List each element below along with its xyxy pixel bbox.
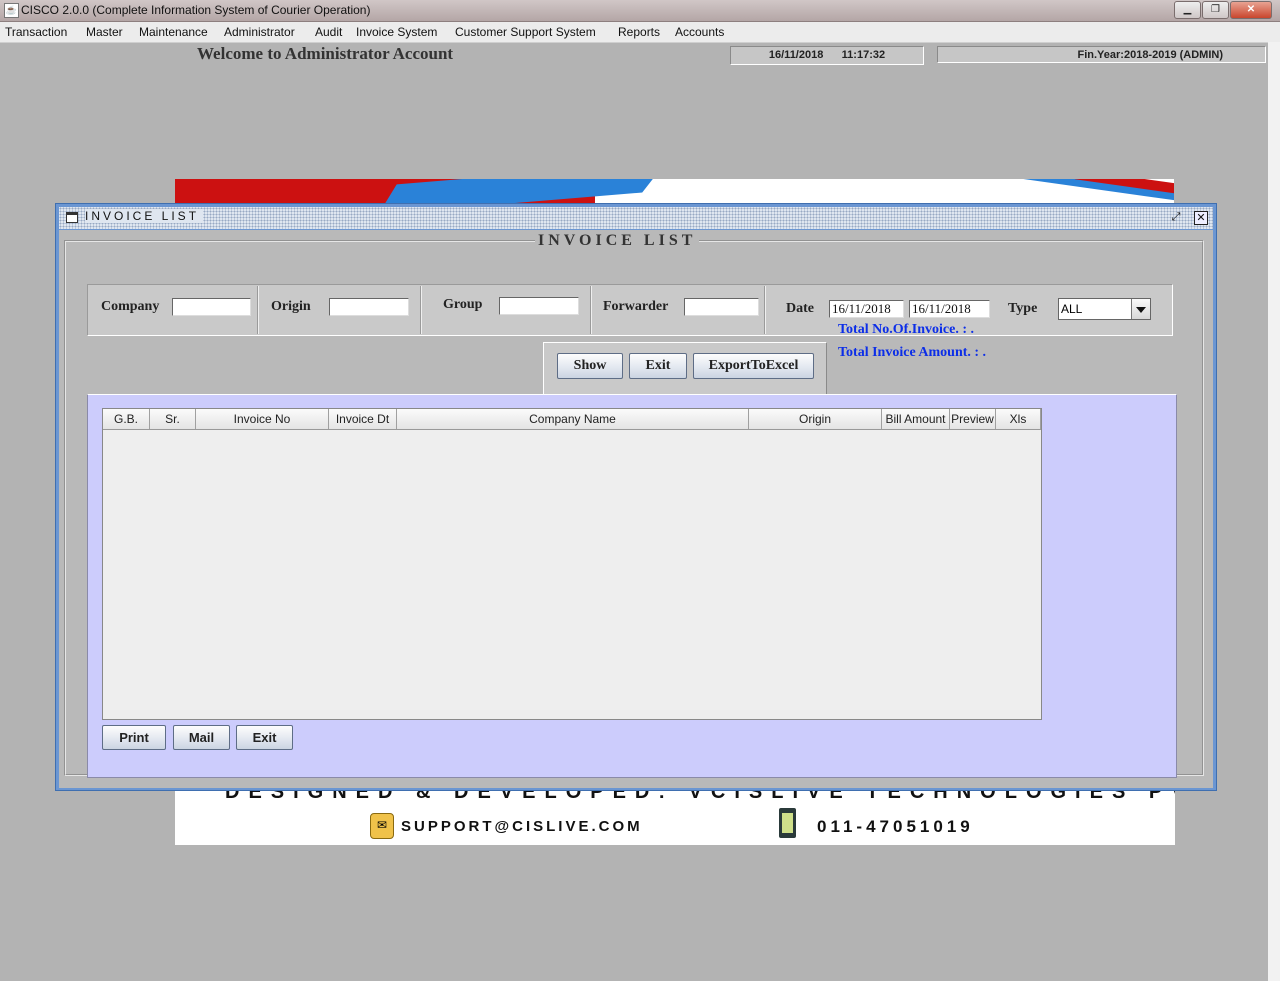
exit-bottom-button[interactable]: Exit: [236, 725, 293, 750]
table-header: G.B. Sr. Invoice No Invoice Dt Company N…: [103, 409, 1041, 430]
welcome-heading: Welcome to Administrator Account: [197, 44, 454, 63]
type-label: Type: [1008, 301, 1038, 316]
col-origin[interactable]: Origin: [749, 409, 882, 429]
origin-input[interactable]: [329, 298, 409, 316]
banner-designed-text: DESIGNED & DEVELOPED: VCISLIVE TECHNOLOG…: [225, 791, 1175, 803]
invoice-list-window: INVOICE LIST ⤢ ✕ INVOICE LIST Company Or…: [55, 203, 1217, 791]
chevron-down-icon[interactable]: [1131, 299, 1150, 319]
filter-separator: [420, 286, 422, 334]
finyear-status: Fin.Year:2018-2019 (ADMIN): [937, 46, 1266, 63]
mail-button[interactable]: Mail: [173, 725, 230, 750]
filter-separator: [257, 286, 259, 334]
frame-window-icon: [66, 212, 78, 223]
group-label: Group: [443, 297, 483, 312]
group-input[interactable]: [499, 297, 579, 315]
desktop-edge: [1268, 42, 1280, 981]
forwarder-label: Forwarder: [603, 299, 669, 314]
company-input[interactable]: [172, 298, 251, 316]
datetime-status: 16/11/2018 11:17:32: [730, 46, 924, 65]
frame-title: INVOICE LIST: [85, 209, 204, 223]
action-bar: Show Exit ExportToExcel: [543, 342, 827, 396]
java-app-icon: ☕: [4, 3, 19, 18]
col-preview[interactable]: Preview: [950, 409, 996, 429]
type-select[interactable]: ALL: [1058, 298, 1151, 320]
total-invoice-amount: Total Invoice Amount. : .: [838, 345, 987, 360]
filter-bar: Company Origin Group Forwarder Date 16/1…: [87, 284, 1173, 336]
menu-master[interactable]: Master: [86, 25, 123, 39]
invoice-list-titlebar[interactable]: INVOICE LIST ⤢ ✕: [59, 207, 1213, 229]
filter-separator: [764, 286, 766, 334]
menu-accounts[interactable]: Accounts: [675, 25, 724, 39]
date-to-input[interactable]: 16/11/2018: [909, 300, 990, 318]
support-mail-icon: ✉: [370, 813, 394, 839]
col-xls[interactable]: Xls: [996, 409, 1041, 429]
company-label: Company: [101, 299, 160, 314]
print-button[interactable]: Print: [102, 725, 166, 750]
col-invoice-no[interactable]: Invoice No: [196, 409, 329, 429]
invoice-table: G.B. Sr. Invoice No Invoice Dt Company N…: [102, 408, 1042, 720]
app-title: CISCO 2.0.0 (Complete Information System…: [21, 3, 371, 17]
total-invoice-count: Total No.Of.Invoice. : .: [838, 322, 974, 337]
minimize-button[interactable]: ▁: [1174, 1, 1201, 19]
show-button[interactable]: Show: [557, 353, 623, 379]
banner-support-email: SUPPORT@CISLIVE.COM: [401, 818, 643, 835]
menu-reports[interactable]: Reports: [618, 25, 660, 39]
banner-graphic-top: [175, 179, 1174, 203]
banner-graphic-bottom: DESIGNED & DEVELOPED: VCISLIVE TECHNOLOG…: [175, 791, 1175, 845]
col-gb[interactable]: G.B.: [103, 409, 150, 429]
forwarder-input[interactable]: [684, 298, 759, 316]
invoice-list-body: INVOICE LIST Company Origin Group Forwar…: [59, 230, 1213, 788]
menu-transaction[interactable]: Transaction: [5, 25, 67, 39]
col-bill-amount[interactable]: Bill Amount: [882, 409, 950, 429]
menu-audit[interactable]: Audit: [315, 25, 342, 39]
menu-bar: Transaction Master Maintenance Administr…: [0, 22, 1280, 43]
col-sr[interactable]: Sr.: [150, 409, 196, 429]
window-controls: ▁ ❐ ✕: [1173, 1, 1272, 19]
frame-close-button[interactable]: ✕: [1194, 211, 1208, 225]
filter-separator: [590, 286, 592, 334]
phone-icon: [779, 808, 796, 838]
menu-maintenance[interactable]: Maintenance: [139, 25, 208, 39]
exit-top-button[interactable]: Exit: [629, 353, 687, 379]
type-select-value: ALL: [1061, 302, 1083, 316]
menu-administrator[interactable]: Administrator: [224, 25, 295, 39]
close-button[interactable]: ✕: [1230, 1, 1272, 19]
results-panel: G.B. Sr. Invoice No Invoice Dt Company N…: [87, 394, 1177, 778]
menu-customer-support-system[interactable]: Customer Support System: [455, 25, 596, 39]
col-invoice-dt[interactable]: Invoice Dt: [329, 409, 397, 429]
date-from-input[interactable]: 16/11/2018: [829, 300, 904, 318]
col-company-name[interactable]: Company Name: [397, 409, 749, 429]
export-to-excel-button[interactable]: ExportToExcel: [693, 353, 814, 379]
frame-restore-button[interactable]: ⤢: [1169, 211, 1183, 225]
date-label: Date: [786, 301, 814, 316]
origin-label: Origin: [271, 299, 311, 314]
app-titlebar: ☕ CISCO 2.0.0 (Complete Information Syst…: [0, 0, 1280, 22]
banner-phone: 011-47051019: [817, 817, 974, 836]
menu-invoice-system[interactable]: Invoice System: [356, 25, 437, 39]
table-body[interactable]: [103, 430, 1041, 719]
restore-button[interactable]: ❐: [1202, 1, 1229, 19]
group-title: INVOICE LIST: [535, 232, 700, 250]
